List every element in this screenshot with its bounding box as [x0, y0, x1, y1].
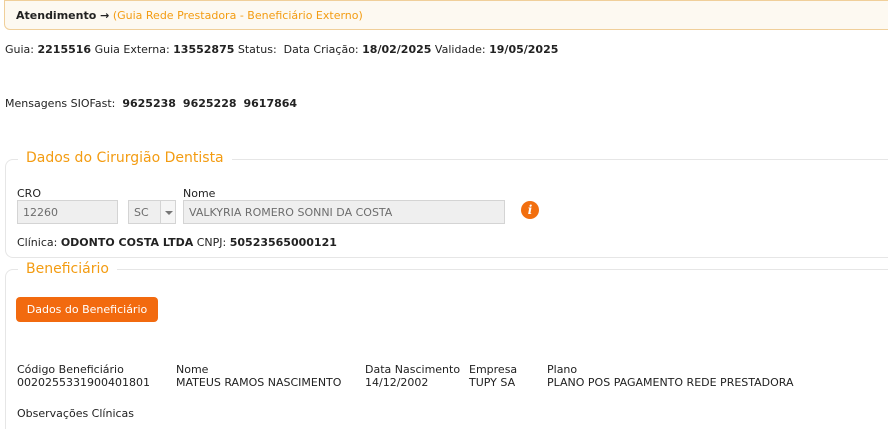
uf-select[interactable]: SC [128, 200, 161, 224]
plano-header: Plano [547, 363, 578, 376]
empresa-header: Empresa [469, 363, 518, 376]
beneficiary-col-plano: Plano PLANO POS PAGAMENTO REDE PRESTADOR… [547, 363, 794, 389]
nome-value: MATEUS RAMOS NASCIMENTO [176, 376, 342, 389]
cnpj-value: 50523565000121 [229, 236, 337, 249]
beneficiary-col-nascimento: Data Nascimento 14/12/2002 [365, 363, 460, 389]
info-icon[interactable]: i [521, 201, 539, 219]
breadcrumb-main: Atendimento → [16, 9, 110, 22]
guia-value: 2215516 [37, 43, 92, 56]
siofast-code[interactable]: 9625228 [183, 97, 237, 110]
cro-label: CRO [17, 187, 41, 200]
chevron-down-icon[interactable] [160, 200, 176, 224]
clinica-value: ODONTO COSTA LTDA [60, 236, 194, 249]
siofast-messages: Mensagens SIOFast: 9625238 9625228 96178… [5, 97, 297, 110]
guia-label: Guia: [5, 43, 34, 56]
status-label: Status: [237, 43, 277, 56]
guia-externa-value: 13552875 [173, 43, 235, 56]
beneficiary-col-empresa: Empresa TUPY SA [469, 363, 517, 389]
siofast-code[interactable]: 9625238 [122, 97, 176, 110]
guia-externa-label: Guia Externa: [94, 43, 170, 56]
plano-value: PLANO POS PAGAMENTO REDE PRESTADORA [547, 376, 794, 389]
data-criacao-value: 18/02/2025 [362, 43, 432, 56]
siofast-label: Mensagens SIOFast: [5, 97, 116, 110]
empresa-value: TUPY SA [469, 376, 516, 389]
nascimento-value: 14/12/2002 [365, 376, 429, 389]
cnpj-label: CNPJ: [196, 236, 227, 249]
nome-dentista-label: Nome [183, 187, 216, 200]
cro-input[interactable]: 12260 [17, 200, 118, 224]
breadcrumb-sub: (Guia Rede Prestadora - Beneficiário Ext… [112, 9, 363, 22]
clinica-info: Clínica: ODONTO COSTA LTDA CNPJ: 5052356… [17, 236, 337, 249]
beneficiary-col-codigo: Código Beneficiário 0020255331900401801 [17, 363, 150, 389]
guide-info: Guia: 2215516 Guia Externa: 13552875 Sta… [5, 43, 558, 56]
breadcrumb: Atendimento → (Guia Rede Prestadora - Be… [4, 0, 888, 30]
codigo-value: 0020255331900401801 [17, 376, 150, 389]
siofast-code[interactable]: 9617864 [244, 97, 298, 110]
dados-beneficiario-button[interactable]: Dados do Beneficiário [16, 297, 158, 322]
data-criacao-label: Data Criação: [283, 43, 359, 56]
beneficiary-section [5, 269, 888, 429]
validade-label: Validade: [434, 43, 486, 56]
nome-header: Nome [176, 363, 209, 376]
validade-value: 19/05/2025 [489, 43, 559, 56]
beneficiary-col-nome: Nome MATEUS RAMOS NASCIMENTO [176, 363, 341, 389]
beneficiary-section-title: Beneficiário [18, 261, 117, 277]
nascimento-header: Data Nascimento [365, 363, 461, 376]
dentist-section-title: Dados do Cirurgião Dentista [18, 150, 232, 166]
nome-dentista-input[interactable]: VALKYRIA ROMERO SONNI DA COSTA [183, 200, 505, 224]
clinica-label: Clínica: [17, 236, 58, 249]
codigo-header: Código Beneficiário [17, 363, 124, 376]
